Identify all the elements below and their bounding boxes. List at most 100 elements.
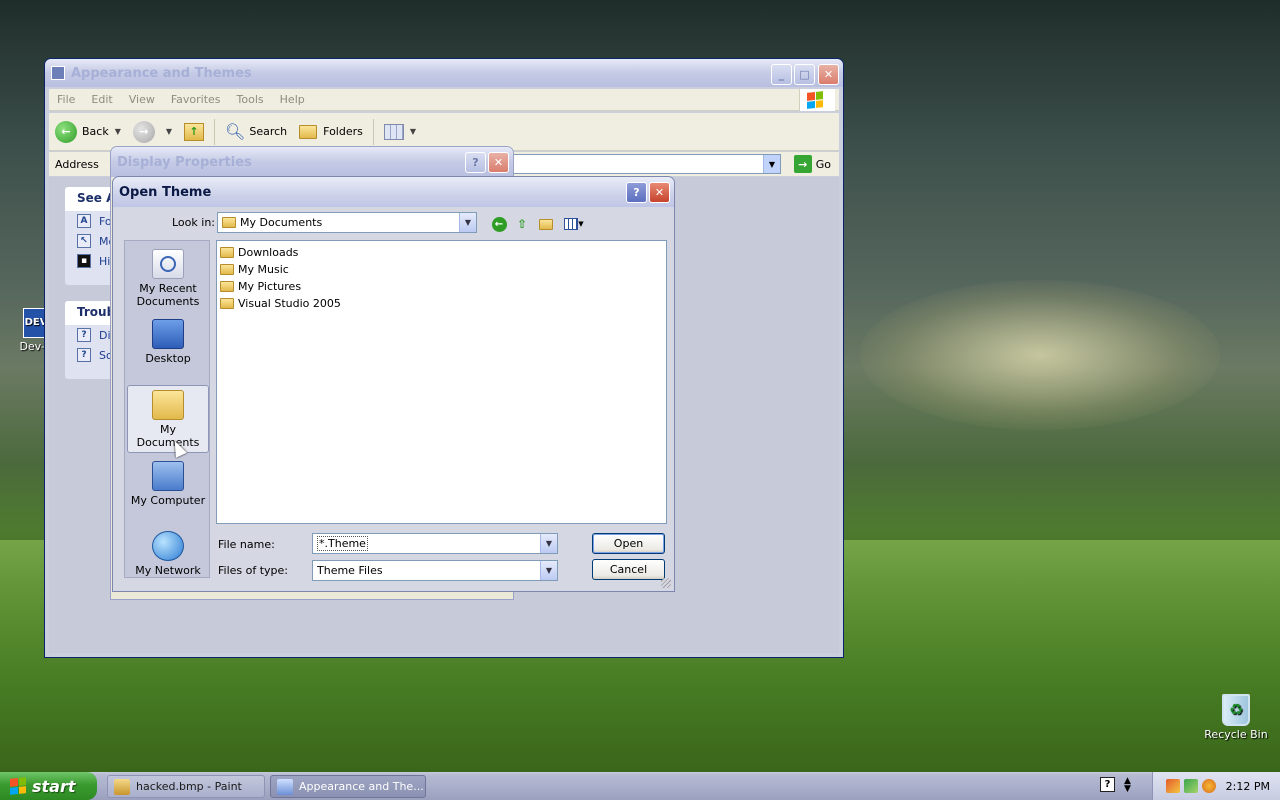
taskbar-item-paint[interactable]: hacked.bmp - Paint xyxy=(107,775,265,798)
look-in-combo[interactable]: My Documents ▼ xyxy=(217,212,477,233)
file-type-dropdown-icon[interactable]: ▼ xyxy=(540,561,557,580)
file-name: My Pictures xyxy=(238,280,302,293)
folders-button[interactable]: Folders xyxy=(293,117,369,147)
search-label: Search xyxy=(249,125,288,138)
cancel-button[interactable]: Cancel xyxy=(592,559,665,580)
safely-remove-tray-icon[interactable] xyxy=(1183,779,1198,793)
dialog-title: Open Theme xyxy=(119,184,212,200)
place-my-computer[interactable]: My Computer xyxy=(127,457,209,517)
help-question-icon: ? xyxy=(77,328,91,342)
look-in-dropdown-icon[interactable]: ▼ xyxy=(459,213,476,232)
open-theme-titlebar[interactable]: Open Theme ? ✕ xyxy=(113,177,674,207)
file-name: Visual Studio 2005 xyxy=(238,297,341,310)
file-name: Downloads xyxy=(238,246,299,259)
my-documents-small-icon xyxy=(222,217,236,228)
file-name-input[interactable]: *.Theme ▼ xyxy=(312,533,558,554)
appearance-titlebar[interactable]: Appearance and Themes _ □ ✕ xyxy=(45,59,843,87)
back-label: Back xyxy=(82,125,109,138)
start-button[interactable]: start xyxy=(0,772,97,800)
minimize-button[interactable]: _ xyxy=(771,64,792,85)
toolbar-separator xyxy=(372,118,374,145)
network-tray-icon[interactable] xyxy=(1165,779,1180,793)
search-button[interactable]: 🔍︎ Search xyxy=(219,117,293,147)
file-name-dropdown-icon[interactable]: ▼ xyxy=(540,534,557,553)
toolbar-separator xyxy=(214,118,216,145)
file-list-item[interactable]: Visual Studio 2005 xyxy=(218,295,665,312)
place-label: My Computer xyxy=(130,494,206,507)
place-label: My Documents xyxy=(136,423,200,449)
go-button[interactable]: → Go xyxy=(793,155,831,173)
file-type-value: Theme Files xyxy=(317,564,383,577)
help-button[interactable]: ? xyxy=(626,182,647,203)
search-tray-icon[interactable] xyxy=(1201,779,1216,793)
close-button[interactable]: ✕ xyxy=(818,64,839,85)
menu-edit[interactable]: Edit xyxy=(83,93,120,106)
sky-highlight xyxy=(860,280,1220,430)
menu-tools[interactable]: Tools xyxy=(229,93,272,106)
desktop-icon-label: Recycle Bin xyxy=(1204,728,1268,741)
my-documents-icon xyxy=(152,390,184,420)
file-name-value: *.Theme xyxy=(317,536,368,551)
display-properties-titlebar[interactable]: Display Properties ? ✕ xyxy=(111,147,513,177)
file-type-select[interactable]: Theme Files ▼ xyxy=(312,560,558,581)
folders-label: Folders xyxy=(323,125,363,138)
address-dropdown-icon[interactable]: ▼ xyxy=(763,155,780,173)
up-one-level-icon[interactable]: ⇧ xyxy=(513,215,531,233)
file-list-item[interactable]: My Music xyxy=(218,261,665,278)
new-folder-icon[interactable] xyxy=(537,215,555,233)
back-nav-icon[interactable]: ← xyxy=(490,215,508,233)
forward-arrow-icon: → xyxy=(132,120,155,143)
file-name: My Music xyxy=(238,263,289,276)
close-button[interactable]: ✕ xyxy=(649,182,670,203)
place-my-network[interactable]: My Network xyxy=(127,527,209,577)
recent-documents-icon xyxy=(152,249,184,279)
music-folder-icon xyxy=(220,264,234,275)
taskbar: start hacked.bmp - Paint Appearance and … xyxy=(0,772,1280,800)
window-title: Appearance and Themes xyxy=(71,65,252,81)
place-desktop[interactable]: Desktop xyxy=(127,315,209,373)
help-button[interactable]: ? xyxy=(465,152,486,173)
taskbar-item-label: hacked.bmp - Paint xyxy=(136,780,242,793)
back-dropdown-icon[interactable]: ▼ xyxy=(115,127,121,136)
file-list-item[interactable]: Downloads xyxy=(218,244,665,261)
resize-grip[interactable] xyxy=(661,578,671,588)
file-name-label: File name: xyxy=(218,538,275,551)
mouse-pointer-icon: ↖ xyxy=(77,234,91,248)
place-label: Desktop xyxy=(145,352,191,365)
place-label: My Network xyxy=(135,564,201,577)
my-computer-icon xyxy=(152,461,184,491)
folders-icon xyxy=(299,124,318,139)
maximize-button[interactable]: □ xyxy=(794,64,815,85)
tray-separator-icon: ▲ ▼ xyxy=(1124,776,1131,794)
view-menu-icon[interactable]: ▼ xyxy=(562,215,586,233)
views-dropdown-icon[interactable]: ▼ xyxy=(410,127,416,136)
windows-logo-icon xyxy=(799,89,835,111)
taskbar-item-appearance[interactable]: Appearance and The... xyxy=(270,775,426,798)
control-panel-icon xyxy=(277,778,293,795)
menu-view[interactable]: View xyxy=(121,93,163,106)
back-arrow-icon: ← xyxy=(55,120,77,143)
back-button[interactable]: ← Back ▼ xyxy=(49,117,127,147)
close-button[interactable]: ✕ xyxy=(488,152,509,173)
open-button[interactable]: Open xyxy=(592,533,665,554)
menu-favorites[interactable]: Favorites xyxy=(163,93,229,106)
folder-icon xyxy=(220,298,234,309)
window-folder-icon xyxy=(51,66,65,80)
up-folder-button[interactable]: ↑ xyxy=(178,117,210,147)
forward-dropdown-icon[interactable]: ▼ xyxy=(166,127,172,136)
views-button[interactable]: ▼ xyxy=(378,117,422,147)
place-my-recent-documents[interactable]: My Recent Documents xyxy=(127,245,209,309)
desktop-icon-recycle-bin[interactable]: ♻ Recycle Bin xyxy=(1200,694,1272,741)
menu-file[interactable]: File xyxy=(49,93,83,106)
forward-button[interactable]: → ▼ xyxy=(127,117,178,147)
pictures-folder-icon xyxy=(220,281,234,292)
help-tray-icon[interactable]: ? xyxy=(1100,777,1115,792)
search-icon: 🔍︎ xyxy=(225,122,246,141)
file-list: Downloads My Music My Pictures Visual St… xyxy=(216,240,667,524)
menu-help[interactable]: Help xyxy=(272,93,313,106)
look-in-value: My Documents xyxy=(240,216,323,229)
up-folder-icon: ↑ xyxy=(184,122,205,141)
file-list-item[interactable]: My Pictures xyxy=(218,278,665,295)
recycle-bin-icon: ♻ xyxy=(1222,694,1250,726)
window-title: Display Properties xyxy=(117,154,252,170)
